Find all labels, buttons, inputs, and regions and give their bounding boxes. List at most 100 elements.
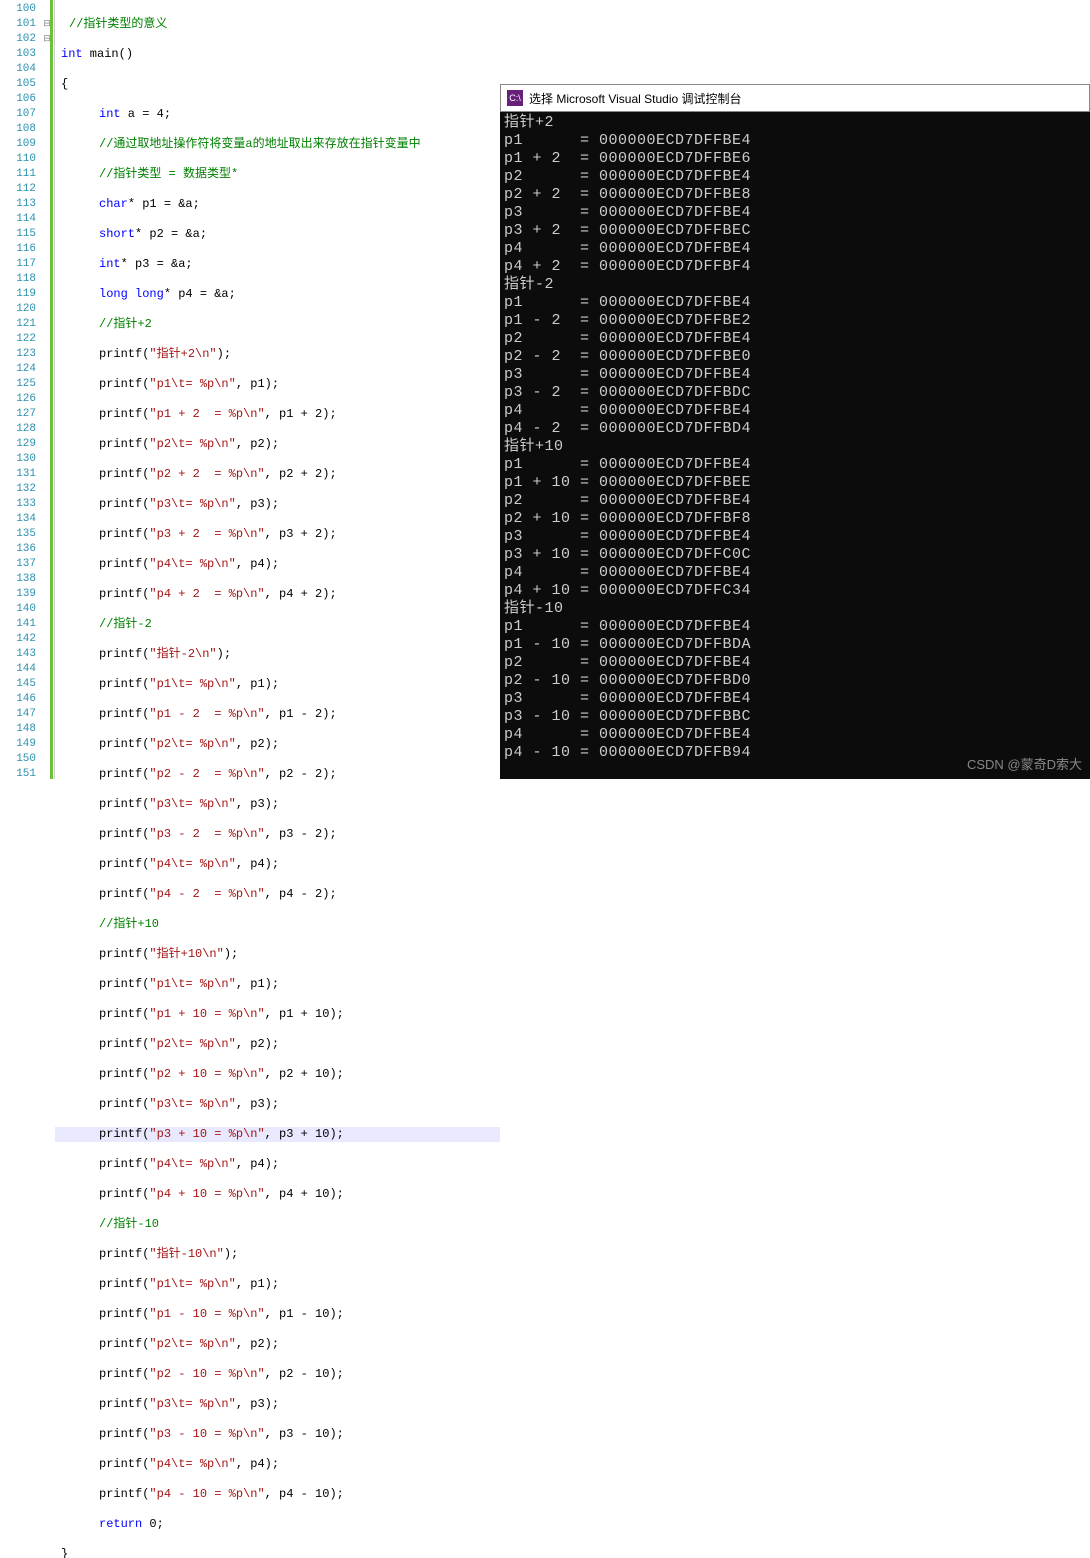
string: "p3 + 10 = %p\n": [149, 1127, 264, 1141]
code-text: , p4 - 2);: [265, 887, 337, 901]
fn-call: printf(: [99, 1037, 149, 1051]
fn-call: printf(: [99, 1247, 149, 1261]
fn-call: printf(: [99, 1067, 149, 1081]
string: "p2 + 2 = %p\n": [149, 467, 264, 481]
console-title: 选择 Microsoft Visual Studio 调试控制台: [529, 90, 742, 107]
fn-call: printf(: [99, 557, 149, 571]
string: "p2\t= %p\n": [149, 737, 235, 751]
fn-call: printf(: [99, 1007, 149, 1021]
code-text: a = 4;: [121, 107, 171, 121]
keyword: return: [99, 1517, 142, 1531]
string: "p2 - 10 = %p\n": [149, 1367, 264, 1381]
code-text: , p1 - 2);: [265, 707, 337, 721]
fn-call: printf(: [99, 887, 149, 901]
fn-call: printf(: [99, 1487, 149, 1501]
fn-call: printf(: [99, 1457, 149, 1471]
console-titlebar[interactable]: C:\ 选择 Microsoft Visual Studio 调试控制台: [500, 84, 1090, 112]
fn-call: printf(: [99, 347, 149, 361]
comment: //指针+2: [99, 317, 152, 331]
keyword: int: [61, 47, 83, 61]
fn-call: printf(: [99, 407, 149, 421]
string: "p4\t= %p\n": [149, 557, 235, 571]
code-area[interactable]: //指针类型的意义 int main() { int a = 4; //通过取地…: [55, 0, 500, 779]
code-text: * p2 = &a;: [135, 227, 207, 241]
string: "p1\t= %p\n": [149, 977, 235, 991]
comment: //指针类型 = 数据类型*: [99, 167, 238, 181]
fn-call: printf(: [99, 1427, 149, 1441]
code-text: , p2);: [236, 1337, 279, 1351]
code-text: * p4 = &a;: [164, 287, 236, 301]
fn-call: printf(: [99, 437, 149, 451]
code-text: , p4);: [236, 1457, 279, 1471]
string: "p2\t= %p\n": [149, 437, 235, 451]
string: "p4 + 10 = %p\n": [149, 1187, 264, 1201]
console-output[interactable]: 指针+2 p1 = 000000ECD7DFFBE4 p1 + 2 = 0000…: [500, 112, 1090, 779]
fn-call: printf(: [99, 737, 149, 751]
string: "指针-2\n": [149, 647, 216, 661]
fn-call: printf(: [99, 707, 149, 721]
comment: //指针类型的意义: [69, 17, 167, 31]
code-text: , p3 + 2);: [265, 527, 337, 541]
code-text: * p3 = &a;: [121, 257, 193, 271]
code-text: , p4);: [236, 557, 279, 571]
fn-call: printf(: [99, 1307, 149, 1321]
string: "指针+10\n": [149, 947, 223, 961]
fn-call: printf(: [99, 377, 149, 391]
code-text: , p1);: [236, 977, 279, 991]
comment: //通过取地址操作符将变量a的地址取出来存放在指针变量中: [99, 137, 421, 151]
string: "p3\t= %p\n": [149, 497, 235, 511]
fn-call: printf(: [99, 1367, 149, 1381]
string: "p1 + 2 = %p\n": [149, 407, 264, 421]
code-text: );: [217, 647, 231, 661]
string: "p1\t= %p\n": [149, 1277, 235, 1291]
code-text: , p3);: [236, 1397, 279, 1411]
string: "p3 - 2 = %p\n": [149, 827, 264, 841]
code-text: , p4);: [236, 857, 279, 871]
brace: {: [55, 77, 500, 92]
string: "p4\t= %p\n": [149, 1457, 235, 1471]
line-gutter: 1001011021031041051061071081091101111121…: [0, 0, 40, 779]
keyword: char: [99, 197, 128, 211]
fn-call: printf(: [99, 827, 149, 841]
string: "p1\t= %p\n": [149, 377, 235, 391]
code-editor[interactable]: 1001011021031041051061071081091101111121…: [0, 0, 500, 779]
keyword: short: [99, 227, 135, 241]
string: "p1 + 10 = %p\n": [149, 1007, 264, 1021]
code-text: );: [224, 947, 238, 961]
code-text: , p2 + 10);: [265, 1067, 344, 1081]
fn-call: printf(: [99, 1187, 149, 1201]
comment: //指针-10: [99, 1217, 159, 1231]
string: "p3 + 2 = %p\n": [149, 527, 264, 541]
code-text: , p3 - 10);: [265, 1427, 344, 1441]
fn-call: printf(: [99, 527, 149, 541]
string: "p3\t= %p\n": [149, 1097, 235, 1111]
fn-call: printf(: [99, 677, 149, 691]
string: "p4 - 2 = %p\n": [149, 887, 264, 901]
string: "p3 - 10 = %p\n": [149, 1427, 264, 1441]
code-text: , p2);: [236, 437, 279, 451]
string: "p4 + 2 = %p\n": [149, 587, 264, 601]
keyword: long long: [99, 287, 164, 301]
code-text: main(): [83, 47, 133, 61]
string: "p1\t= %p\n": [149, 677, 235, 691]
code-text: );: [224, 1247, 238, 1261]
fn-call: printf(: [99, 587, 149, 601]
fn-call: printf(: [99, 797, 149, 811]
string: "p1 - 10 = %p\n": [149, 1307, 264, 1321]
string: "p4\t= %p\n": [149, 857, 235, 871]
code-text: , p4);: [236, 1157, 279, 1171]
code-text: , p1 + 2);: [265, 407, 337, 421]
fn-call: printf(: [99, 977, 149, 991]
code-text: , p3);: [236, 1097, 279, 1111]
string: "p2\t= %p\n": [149, 1037, 235, 1051]
code-text: , p1 + 10);: [265, 1007, 344, 1021]
string: "p1 - 2 = %p\n": [149, 707, 264, 721]
code-text: , p1);: [236, 1277, 279, 1291]
code-text: , p2);: [236, 1037, 279, 1051]
code-text: , p1 - 10);: [265, 1307, 344, 1321]
keyword: int: [99, 107, 121, 121]
code-text: * p1 = &a;: [128, 197, 200, 211]
code-text: , p2 - 10);: [265, 1367, 344, 1381]
watermark: CSDN @蒙奇D索大: [967, 754, 1082, 773]
code-text: , p2 + 2);: [265, 467, 337, 481]
